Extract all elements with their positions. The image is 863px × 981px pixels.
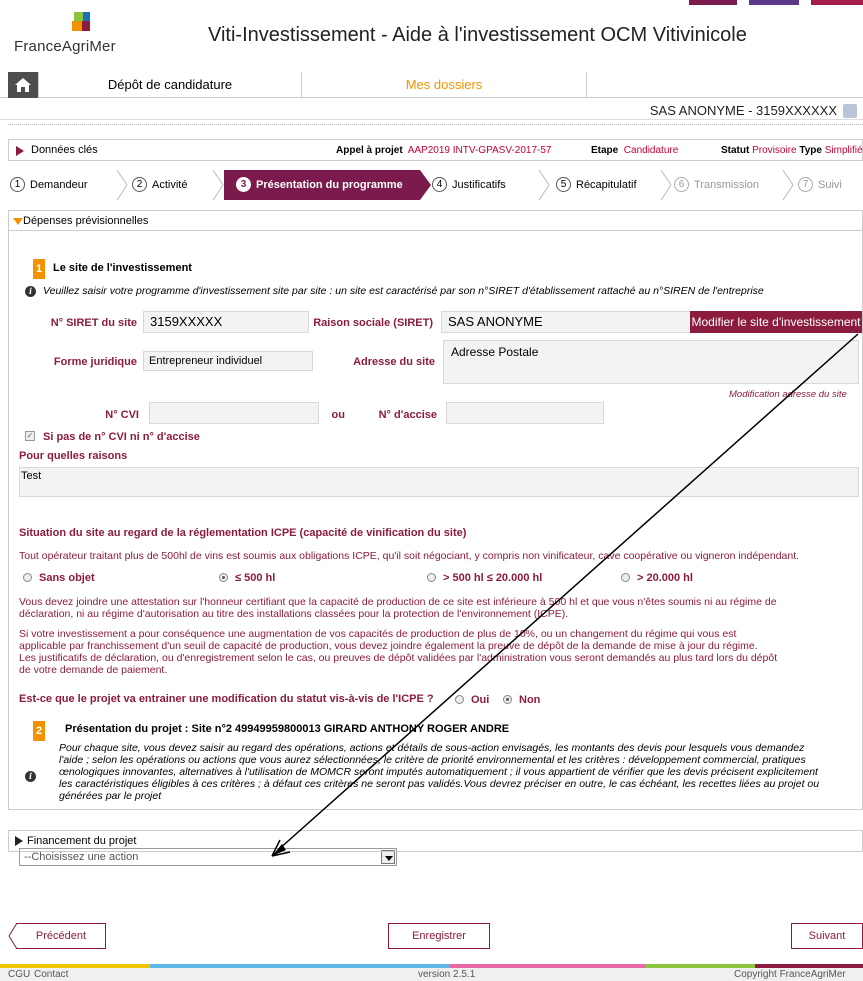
home-icon bbox=[15, 78, 31, 92]
investment-text: Si votre investissement a pour conséquen… bbox=[19, 628, 778, 676]
siret-value: 3159XXXXX bbox=[150, 314, 223, 329]
cvi-input[interactable] bbox=[149, 402, 319, 424]
radio-le-500[interactable] bbox=[219, 573, 228, 582]
depenses-panel: Dépenses prévisionnelles 1 Le site de l'… bbox=[8, 210, 863, 866]
modify-site-button[interactable]: Modifier le site d'investissement bbox=[690, 311, 862, 333]
section2-info: Pour chaque site, vous devez saisir au r… bbox=[59, 742, 820, 802]
raisons-value: Test bbox=[21, 470, 42, 482]
radio-gt-20000-label: > 20.000 hl bbox=[637, 572, 693, 584]
radio-gt-20000[interactable] bbox=[621, 573, 630, 582]
franceagrimer-logo-icon[interactable] bbox=[68, 12, 96, 34]
no-cvi-checkbox[interactable]: ✓ bbox=[25, 431, 35, 441]
accise-label: N° d'accise bbox=[378, 409, 437, 421]
nav-empty bbox=[586, 72, 863, 98]
nav-depot-candidature[interactable]: Dépôt de candidature bbox=[38, 72, 301, 98]
expand-arrow-icon bbox=[15, 836, 23, 846]
financement-label: Financement du projet bbox=[27, 835, 137, 847]
radio-oui[interactable] bbox=[455, 695, 464, 704]
section1-title: Le site de l'investissement bbox=[53, 262, 192, 274]
main-nav: Dépôt de candidature Mes dossiers bbox=[0, 72, 863, 98]
action-select-value: --Choisissez une action bbox=[24, 851, 139, 863]
section2-title: Présentation du projet : Site n°2 499499… bbox=[65, 723, 510, 735]
divider bbox=[8, 124, 863, 125]
attestation-text: Vous devez joindre une attestation sur l… bbox=[19, 596, 777, 620]
accise-input[interactable] bbox=[446, 402, 604, 424]
statut-type: Statut Provisoire Type Simplifiée bbox=[721, 145, 863, 156]
footer: CGU Contact version 2.5.1 Copyright Fran… bbox=[0, 968, 863, 981]
step-recapitulatif[interactable]: 5 Récapitulatif bbox=[556, 170, 637, 200]
section-number-2: 2 bbox=[33, 721, 45, 741]
step-demandeur[interactable]: 1 Demandeur bbox=[10, 170, 87, 200]
suivant-button[interactable]: Suivant bbox=[791, 923, 863, 949]
radio-sans-objet[interactable] bbox=[23, 573, 32, 582]
step-transmission: 6 Transmission bbox=[674, 170, 759, 200]
radio-non[interactable] bbox=[503, 695, 512, 704]
radio-oui-label: Oui bbox=[471, 694, 490, 706]
step-chevron-icon bbox=[660, 170, 672, 200]
icpe-question: Est-ce que le projet va entrainer une mo… bbox=[19, 693, 434, 705]
section-number-1: 1 bbox=[33, 259, 45, 279]
financement-bar[interactable]: Financement du projet bbox=[8, 830, 863, 852]
cvi-label: N° CVI bbox=[105, 409, 139, 421]
forme-juridique-label: Forme juridique bbox=[53, 356, 137, 368]
donnees-cles-bar[interactable]: Données clés Appel à projet AAP2019 INTV… bbox=[8, 139, 863, 161]
step-activite[interactable]: 2 Activité bbox=[132, 170, 187, 200]
siret-label: N° SIRET du site bbox=[50, 317, 137, 329]
info-icon: i bbox=[25, 286, 36, 297]
enregistrer-button[interactable]: Enregistrer bbox=[388, 923, 490, 949]
home-button[interactable] bbox=[8, 72, 38, 98]
step-chevron-icon bbox=[212, 170, 224, 200]
step-justificatifs[interactable]: 4 Justificatifs bbox=[432, 170, 506, 200]
step-chevron-icon bbox=[538, 170, 550, 200]
copyright-text: Copyright FranceAgriMer bbox=[734, 969, 846, 980]
step-chevron-icon bbox=[116, 170, 128, 200]
user-avatar-icon[interactable] bbox=[843, 104, 857, 118]
info-icon: i bbox=[25, 771, 36, 782]
top-color-bars bbox=[663, 0, 863, 5]
no-cvi-label: Si pas de n° CVI ni n° d'accise bbox=[43, 431, 200, 443]
radio-sans-objet-label: Sans objet bbox=[39, 572, 95, 584]
expand-arrow-icon bbox=[16, 146, 24, 156]
user-bar: SAS ANONYME - 3159XXXXXX bbox=[0, 102, 863, 120]
adresse-site-value: Adresse Postale bbox=[451, 345, 539, 359]
forme-juridique-value: Entrepreneur individuel bbox=[149, 355, 263, 367]
radio-500-20000[interactable] bbox=[427, 573, 436, 582]
raisons-textarea[interactable] bbox=[19, 467, 859, 497]
chevron-down-icon[interactable] bbox=[381, 850, 395, 864]
raison-sociale-label: Raison sociale (SIRET) bbox=[313, 317, 433, 329]
precedent-button[interactable]: Précédent bbox=[16, 923, 106, 949]
raison-sociale-value: SAS ANONYME bbox=[448, 314, 543, 329]
step-suivi: 7 Suivi bbox=[798, 170, 842, 200]
step-active-chevron-icon bbox=[420, 170, 431, 200]
icpe-title: Situation du site au regard de la réglem… bbox=[19, 527, 467, 539]
radio-non-label: Non bbox=[519, 694, 541, 706]
radio-le-500-label: ≤ 500 hl bbox=[235, 572, 276, 584]
depenses-header[interactable]: Dépenses prévisionnelles bbox=[9, 211, 862, 231]
logo-text: FranceAgriMer bbox=[14, 38, 116, 55]
modif-adresse-link[interactable]: Modification adresse du site bbox=[729, 389, 847, 400]
etape: Etape Candidature bbox=[591, 145, 679, 156]
step-chevron-icon bbox=[782, 170, 794, 200]
nav-mes-dossiers[interactable]: Mes dossiers bbox=[301, 72, 586, 98]
step-presentation-programme[interactable]: 3 Présentation du programme bbox=[224, 170, 420, 200]
appel-projet: Appel à projet AAP2019 INTV-GPASV-2017-5… bbox=[336, 145, 552, 156]
ou-label: ou bbox=[331, 409, 345, 421]
user-name: SAS ANONYME - 3159XXXXXX bbox=[649, 103, 837, 118]
icpe-text: Tout opérateur traitant plus de 500hl de… bbox=[19, 550, 800, 562]
cgu-link[interactable]: CGU bbox=[8, 969, 30, 980]
version-text: version 2.5.1 bbox=[418, 969, 476, 980]
contact-link[interactable]: Contact bbox=[34, 969, 68, 980]
adresse-site-label: Adresse du site bbox=[353, 356, 435, 368]
radio-500-20000-label: > 500 hl ≤ 20.000 hl bbox=[443, 572, 543, 584]
collapse-arrow-icon bbox=[13, 218, 23, 225]
wizard-steps: 1 Demandeur 2 Activité 3 Présentation du pr… bbox=[8, 170, 863, 200]
app-title: Viti-Investissement - Aide à l'investiss… bbox=[208, 24, 747, 46]
raisons-label: Pour quelles raisons bbox=[19, 450, 128, 462]
section1-info: Veuillez saisir votre programme d'invest… bbox=[43, 285, 764, 297]
chevron-left-icon bbox=[8, 923, 18, 949]
donnees-cles-label: Données clés bbox=[31, 144, 98, 156]
depenses-title: Dépenses prévisionnelles bbox=[23, 215, 149, 227]
